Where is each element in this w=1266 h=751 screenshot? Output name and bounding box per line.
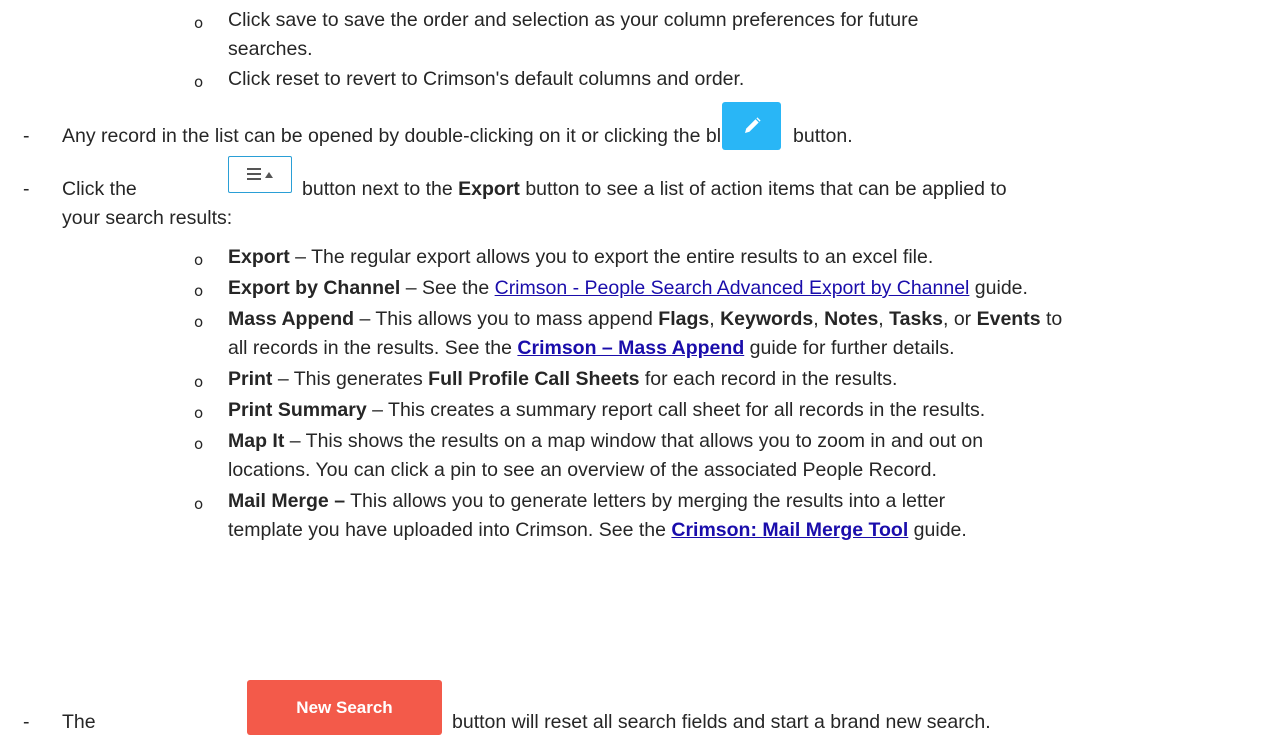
open-record-text: Any record in the list can be opened by … xyxy=(62,125,743,147)
bullet: o xyxy=(194,373,204,391)
mail-merge-item-line-2: template you have uploaded into Crimson.… xyxy=(228,519,967,541)
mass-append-item: Mass Append – This allows you to mass ap… xyxy=(228,308,1063,330)
print-summary-item: Print Summary – This creates a summary r… xyxy=(228,399,986,421)
new-search-text-start: The xyxy=(62,711,96,733)
bullet: o xyxy=(194,313,204,331)
actions-menu-button[interactable] xyxy=(228,156,292,193)
export-by-channel-item: Export by Channel – See the Crimson - Pe… xyxy=(228,277,1028,299)
mail-merge-guide-link[interactable]: Crimson: Mail Merge Tool xyxy=(671,519,908,541)
save-instruction-line-1: Click save to save the order and selecti… xyxy=(228,9,919,31)
print-item: Print – This generates Full Profile Call… xyxy=(228,368,898,390)
dash-bullet: - xyxy=(23,178,30,200)
bullet: o xyxy=(194,251,204,269)
hamburger-icon xyxy=(247,168,261,180)
save-instruction-line-2: searches. xyxy=(228,38,313,60)
map-it-item-line-2: locations. You can click a pin to see an… xyxy=(228,459,937,481)
export-item: Export – The regular export allows you t… xyxy=(228,246,934,268)
pencil-icon xyxy=(745,117,761,133)
dash-bullet: - xyxy=(23,711,30,733)
bullet: o xyxy=(194,73,204,91)
bullet: o xyxy=(194,435,204,453)
edit-record-button[interactable] xyxy=(722,102,781,150)
mass-append-guide-link[interactable]: Crimson – Mass Append xyxy=(517,337,744,359)
actions-text-start: Click the xyxy=(62,178,137,200)
export-word: Export xyxy=(458,178,520,200)
dash-bullet: - xyxy=(23,125,30,147)
bullet: o xyxy=(194,495,204,513)
actions-text-line-2: your search results: xyxy=(62,207,233,229)
map-it-item: Map It – This shows the results on a map… xyxy=(228,430,984,452)
caret-up-icon xyxy=(265,172,273,178)
new-search-button[interactable]: New Search xyxy=(247,680,442,735)
bullet: o xyxy=(194,282,204,300)
actions-text: button next to the Export button to see … xyxy=(302,178,1007,200)
new-search-label: New Search xyxy=(296,698,393,717)
bullet: o xyxy=(194,14,204,32)
new-search-text-end: button will reset all search fields and … xyxy=(452,711,991,733)
open-record-text-end: button. xyxy=(793,125,853,147)
mass-append-item-line-2: all records in the results. See the Crim… xyxy=(228,337,955,359)
mail-merge-item: Mail Merge – This allows you to generate… xyxy=(228,490,946,512)
export-by-channel-guide-link[interactable]: Crimson - People Search Advanced Export … xyxy=(495,277,970,299)
reset-instruction: Click reset to revert to Crimson's defau… xyxy=(228,68,745,90)
bullet: o xyxy=(194,404,204,422)
